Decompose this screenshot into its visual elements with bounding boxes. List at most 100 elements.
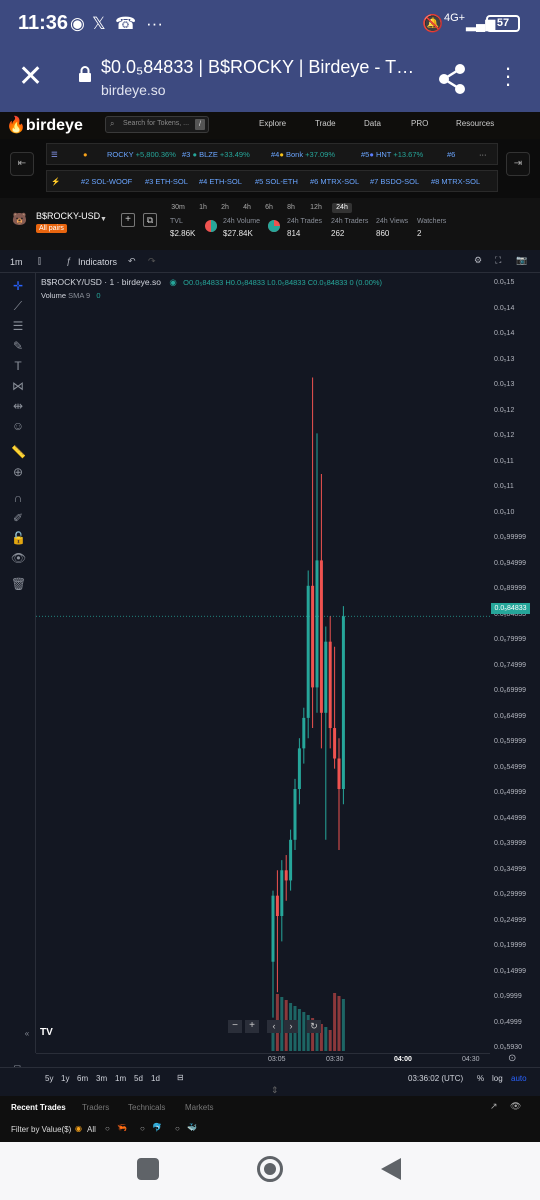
back-button[interactable] <box>381 1158 401 1180</box>
zoom-in-icon[interactable]: ⊕ <box>11 465 25 479</box>
radio-dolphin[interactable]: ○ <box>140 1124 145 1133</box>
filter-all[interactable]: All <box>87 1125 96 1134</box>
nav-trade[interactable]: Trade <box>315 119 336 128</box>
redo-icon[interactable]: ↷ <box>148 256 156 267</box>
ticker-item-hnt[interactable]: #5● HNT +13.67% <box>361 150 423 159</box>
nav-pro[interactable]: PRO <box>411 119 428 128</box>
tf-24h[interactable]: 24h <box>332 203 352 213</box>
lock-icon[interactable]: 🔓 <box>11 531 26 545</box>
ruler-icon[interactable]: 📏 <box>11 445 26 459</box>
ticker-more-icon[interactable]: ··· <box>479 150 487 159</box>
add-watchlist-icon[interactable]: + <box>121 213 135 227</box>
undo-icon[interactable]: ↶ <box>128 256 136 267</box>
birdeye-logo[interactable]: 🔥birdeye <box>6 115 83 135</box>
trendline-icon[interactable]: ⟋ <box>11 299 25 313</box>
time-axis[interactable]: 03:05 03:30 04:00 04:30 <box>36 1053 490 1067</box>
pair-item-4[interactable]: #4 ETH-SOL <box>199 177 242 186</box>
fullscreen-icon[interactable]: ⛶ <box>495 255 501 266</box>
pair-name[interactable]: B$ROCKY-USD <box>36 211 100 221</box>
price-axis[interactable]: 0.0₅15 0.0₅14 0.0₅14 0.0₅13 0.0₅13 0.0₅12 0.0₅… <box>490 273 540 1053</box>
pair-item-2[interactable]: #2 SOL-WOOF <box>81 177 132 186</box>
pair-item-8[interactable]: #8 MTRX-SOL <box>431 177 480 186</box>
pattern-icon[interactable]: ⋈ <box>11 379 25 393</box>
compare-icon[interactable]: ⧉ <box>143 213 157 227</box>
expand-toolbar-icon[interactable]: « <box>20 1027 34 1041</box>
range-1m[interactable]: 1m <box>115 1074 126 1083</box>
tf-4h[interactable]: 4h <box>240 203 254 213</box>
lock-drawing-icon[interactable]: ✐ <box>11 511 25 525</box>
magnet-icon[interactable]: ∩ <box>11 491 25 505</box>
scroll-right-button[interactable]: › <box>284 1020 298 1033</box>
pair-item-7[interactable]: #7 BSDO-SOL <box>370 177 419 186</box>
tf-2h[interactable]: 2h <box>218 203 232 213</box>
prediction-icon[interactable]: ⇹ <box>11 399 25 413</box>
brush-icon[interactable]: ✎ <box>11 339 25 353</box>
ticker-item-6[interactable]: #6 <box>447 150 455 159</box>
tf-6h[interactable]: 6h <box>262 203 276 213</box>
collapse-left-button[interactable]: ⇤ <box>10 152 34 176</box>
tab-traders[interactable]: Traders <box>82 1103 109 1112</box>
pair-item-6[interactable]: #6 MTRX-SOL <box>310 177 359 186</box>
tf-12h[interactable]: 12h <box>307 203 325 213</box>
crosshair-icon[interactable]: ✛ <box>11 279 25 293</box>
reset-chart-button[interactable]: ↻ <box>307 1020 321 1033</box>
all-pairs-badge[interactable]: All pairs <box>36 224 67 233</box>
interval-selector[interactable]: 1m <box>10 257 23 267</box>
external-link-icon[interactable]: ↗ <box>490 1101 498 1112</box>
tf-30m[interactable]: 30m <box>168 203 188 213</box>
home-button[interactable] <box>257 1156 283 1182</box>
emoji-icon[interactable]: ☺ <box>11 419 25 433</box>
tf-8h[interactable]: 8h <box>284 203 298 213</box>
eye-icon[interactable]: 👁 <box>11 551 26 565</box>
pair-item-5[interactable]: #5 SOL-ETH <box>255 177 298 186</box>
tab-technicals[interactable]: Technicals <box>128 1103 165 1112</box>
recents-button[interactable] <box>137 1158 159 1180</box>
range-1d[interactable]: 1d <box>151 1074 160 1083</box>
search-input[interactable]: ⌕ Search for Tokens, ... / <box>105 116 209 133</box>
range-3m[interactable]: 3m <box>96 1074 107 1083</box>
zoom-out-button[interactable]: − <box>228 1020 242 1033</box>
eye-icon[interactable]: 👁 <box>510 1101 521 1112</box>
nav-resources[interactable]: Resources <box>456 119 494 128</box>
more-menu-icon[interactable]: · · · <box>503 57 513 95</box>
tab-recent-trades[interactable]: Recent Trades <box>11 1103 66 1112</box>
settings-icon[interactable]: ⚙ <box>474 255 482 266</box>
pair-item-3[interactable]: #3 ETH-SOL <box>145 177 188 186</box>
auto-toggle[interactable]: auto <box>511 1074 527 1083</box>
zoom-in-button[interactable]: + <box>245 1020 259 1033</box>
close-icon[interactable]: ✕ <box>18 62 43 92</box>
ticker-item-rocky[interactable]: ROCKY +5,800.36% <box>107 150 176 159</box>
nav-explore[interactable]: Explore <box>259 119 286 128</box>
tf-1h[interactable]: 1h <box>196 203 210 213</box>
radio-shrimp[interactable]: ○ <box>105 1124 110 1133</box>
text-icon[interactable]: T <box>11 359 25 373</box>
resize-handle-icon[interactable]: ⇕ <box>271 1085 279 1096</box>
trash-icon[interactable]: 🗑 <box>11 577 26 591</box>
pair-dropdown-icon[interactable]: ▼ <box>100 216 107 223</box>
percent-toggle[interactable]: % <box>477 1074 484 1083</box>
scroll-left-button[interactable]: ‹ <box>267 1020 281 1033</box>
ticker-item-bonk[interactable]: #4● Bonk +37.09% <box>271 150 335 159</box>
price-chart[interactable] <box>36 273 490 1053</box>
indicators-button[interactable]: Indicators <box>78 257 117 267</box>
time-settings-icon[interactable]: ⊙ <box>508 1053 516 1064</box>
ticker-item-blze[interactable]: #3 ● BLZE +33.49% <box>182 150 250 159</box>
log-toggle[interactable]: log <box>492 1074 503 1083</box>
nav-data[interactable]: Data <box>364 119 381 128</box>
page-url[interactable]: birdeye.so <box>101 82 166 98</box>
fib-icon[interactable]: ☰ <box>11 319 25 333</box>
range-5y[interactable]: 5y <box>45 1074 53 1083</box>
range-6m[interactable]: 6m <box>77 1074 88 1083</box>
candle-type-icon[interactable]: ⫿ <box>38 256 41 267</box>
date-range-icon[interactable]: ⊟ <box>177 1073 184 1082</box>
range-5d[interactable]: 5d <box>134 1074 143 1083</box>
radio-whale[interactable]: ○ <box>175 1124 180 1133</box>
utc-clock[interactable]: 03:36:02 (UTC) <box>408 1074 463 1083</box>
range-1y[interactable]: 1y <box>61 1074 69 1083</box>
radio-all-selected[interactable]: ◉ <box>75 1124 82 1133</box>
camera-icon[interactable]: 📷 <box>516 255 527 266</box>
tradingview-logo[interactable]: TV <box>40 1027 62 1043</box>
tab-markets[interactable]: Markets <box>185 1103 213 1112</box>
share-icon[interactable] <box>436 62 470 96</box>
collapse-right-button[interactable]: ⇥ <box>506 152 530 176</box>
